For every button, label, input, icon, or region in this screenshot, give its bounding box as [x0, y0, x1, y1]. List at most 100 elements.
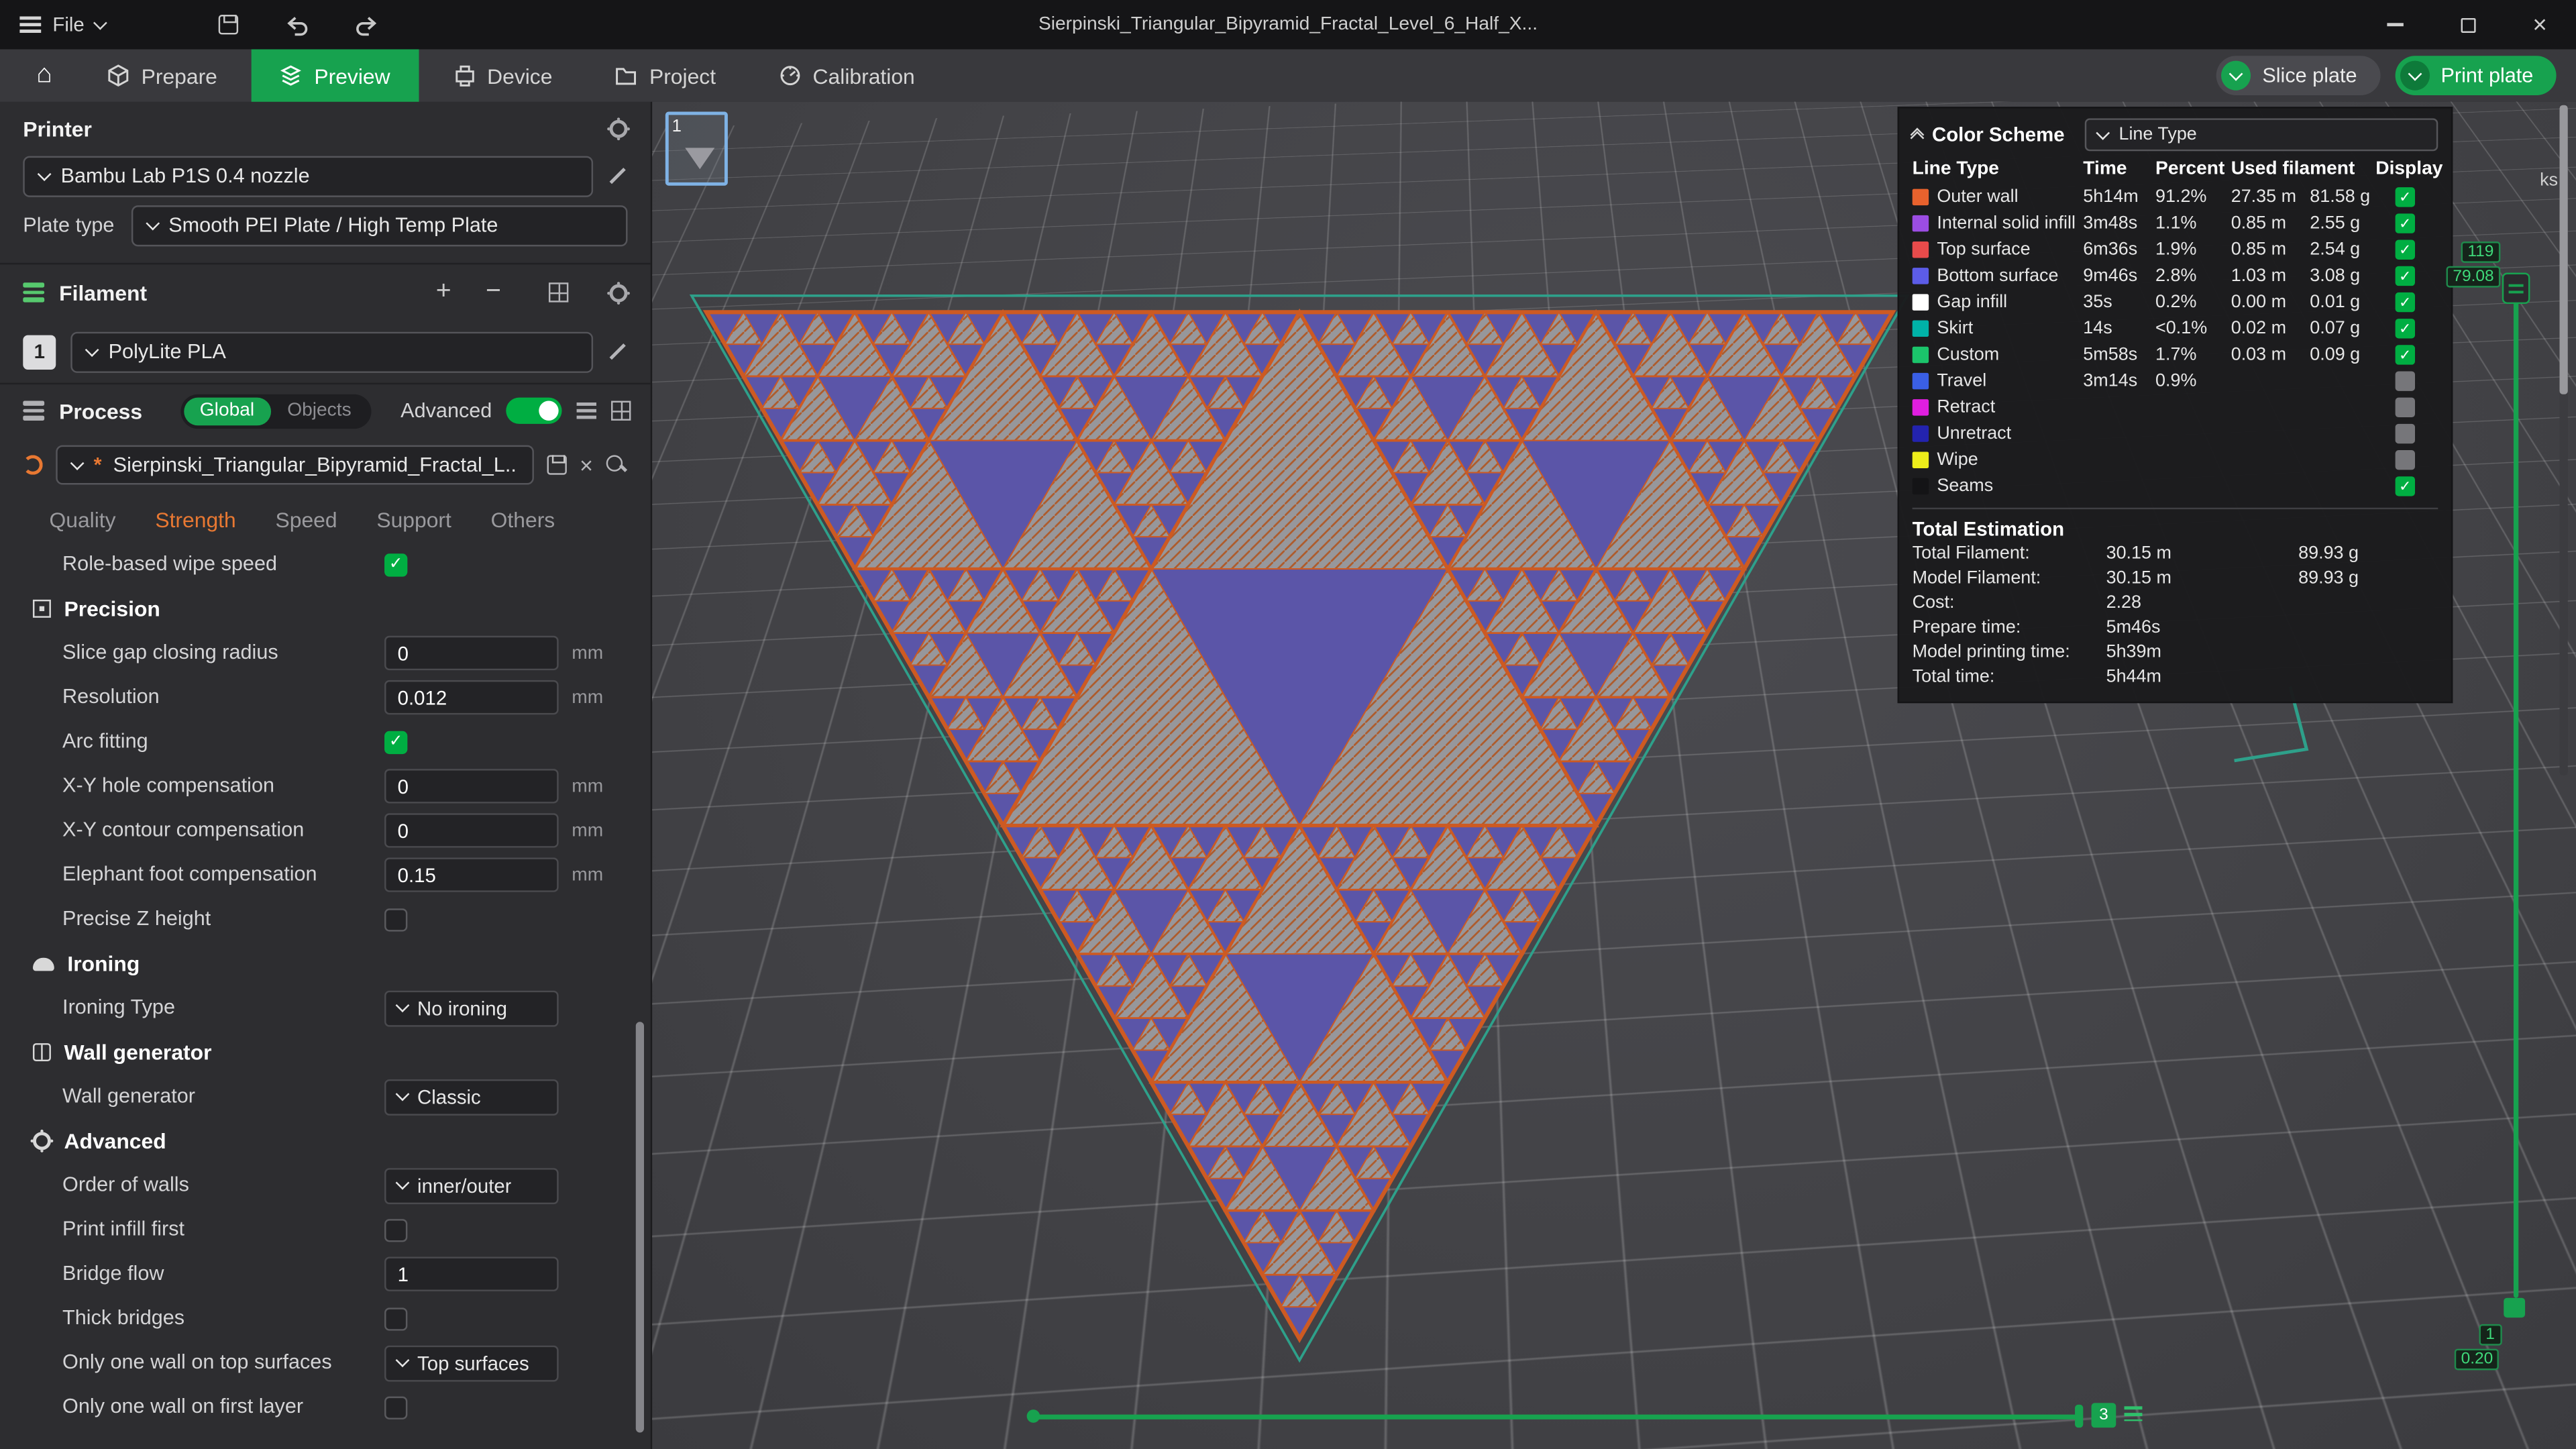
display-checkbox[interactable]: ✓	[2396, 240, 2415, 260]
plate-thumbnail[interactable]: 1	[665, 112, 728, 186]
tab-speed[interactable]: Speed	[276, 507, 337, 532]
setting-checkbox[interactable]	[384, 908, 407, 930]
printer-settings-gear-icon[interactable]	[610, 119, 628, 138]
tab-project[interactable]: Project	[587, 49, 744, 101]
color-scheme-select[interactable]: Line Type	[2084, 118, 2438, 151]
tab-prepare[interactable]: Prepare	[79, 49, 246, 101]
layer-slider-track[interactable]	[2514, 299, 2518, 1298]
display-checkbox[interactable]: ✓	[2396, 476, 2415, 496]
display-checkbox[interactable]: ✓	[2396, 292, 2415, 312]
filament-slot-badge[interactable]: 1	[23, 334, 56, 368]
display-checkbox[interactable]: ✓	[2396, 319, 2415, 338]
scope-objects-button[interactable]: Objects	[271, 401, 368, 421]
search-settings-icon[interactable]	[606, 454, 628, 476]
layer-slider-bottom-handle[interactable]	[2504, 1298, 2525, 1318]
tab-strength[interactable]: Strength	[155, 507, 235, 532]
scope-global-button[interactable]: Global	[183, 396, 270, 425]
redo-button[interactable]	[345, 0, 388, 49]
sidebar-scrollbar[interactable]	[636, 1022, 644, 1432]
add-filament-button[interactable]: +	[436, 279, 451, 305]
tab-calibration[interactable]: Calibration	[750, 49, 943, 101]
display-checkbox[interactable]: ✓	[2396, 266, 2415, 286]
maximize-button[interactable]	[2431, 0, 2504, 49]
collapse-panel-icon[interactable]	[1913, 133, 1923, 140]
move-step-list-icon[interactable]	[2125, 1406, 2143, 1421]
setting-checkbox[interactable]: ✓	[384, 731, 407, 753]
printer-select[interactable]: Bambu Lab P1S 0.4 nozzle	[23, 155, 593, 196]
home-button[interactable]: ⌂	[16, 49, 72, 101]
setting-row: Ironing TypeNo ironing	[0, 985, 651, 1030]
save-preset-icon[interactable]	[547, 455, 566, 474]
setting-input[interactable]	[384, 857, 559, 892]
setting-checkbox[interactable]	[384, 1218, 407, 1241]
setting-checkbox[interactable]	[384, 1307, 407, 1330]
total-value-1: 5h44m	[2106, 666, 2299, 686]
layer-slider-top-handle[interactable]	[2502, 273, 2530, 305]
close-button[interactable]: ×	[2504, 0, 2576, 49]
tab-quality[interactable]: Quality	[49, 507, 115, 532]
display-checkbox[interactable]	[2396, 398, 2415, 417]
display-checkbox[interactable]: ✓	[2396, 213, 2415, 233]
slice-plate-button[interactable]: Slice plate	[2216, 56, 2380, 95]
display-checkbox[interactable]: ✓	[2396, 345, 2415, 364]
flush-volumes-icon[interactable]	[549, 282, 568, 302]
line-type-name: Unretract	[1913, 424, 2084, 443]
display-checkbox[interactable]: ✓	[2396, 187, 2415, 207]
divider	[0, 383, 651, 384]
setting-dropdown[interactable]: Classic	[384, 1079, 559, 1115]
tab-device[interactable]: Device	[425, 49, 580, 101]
setting-checkbox[interactable]	[384, 1395, 407, 1418]
compare-presets-icon[interactable]	[612, 401, 631, 421]
setting-input[interactable]	[384, 680, 559, 714]
tab-support[interactable]: Support	[376, 507, 451, 532]
parameter-list-icon[interactable]	[578, 403, 597, 419]
setting-dropdown[interactable]: No ironing	[384, 990, 559, 1026]
setting-input[interactable]	[384, 636, 559, 670]
display-checkbox[interactable]	[2396, 450, 2415, 470]
maximize-icon	[2460, 17, 2475, 32]
process-icon	[23, 402, 44, 420]
minimize-icon	[2387, 23, 2403, 26]
legend-len: 27.35 m	[2231, 187, 2310, 207]
display-checkbox[interactable]	[2396, 424, 2415, 443]
setting-input[interactable]	[384, 769, 559, 803]
color-swatch	[1913, 373, 1929, 389]
print-dropdown-circle[interactable]	[2400, 61, 2429, 91]
setting-input[interactable]	[384, 813, 559, 847]
right-scrollbar-thumb[interactable]	[2560, 105, 2568, 394]
color-swatch	[1913, 215, 1929, 231]
tab-preview[interactable]: Preview	[252, 49, 418, 101]
setting-dropdown[interactable]: inner/outer	[384, 1167, 559, 1203]
edit-filament-icon[interactable]	[608, 341, 627, 361]
save-button[interactable]	[207, 0, 250, 49]
legend-time: 5m58s	[2083, 345, 2155, 364]
process-preset-select[interactable]: * Sierpinski_Triangular_Bipyramid_Fracta…	[56, 445, 533, 485]
settings-section-header: Ironing	[0, 941, 651, 985]
edit-printer-icon[interactable]	[608, 166, 627, 185]
undo-button[interactable]	[276, 0, 319, 49]
filament-settings-gear-icon[interactable]	[610, 283, 628, 301]
viewport-3d[interactable]: 1 Color Scheme Line Type Line Type Time …	[652, 102, 2576, 1449]
process-scope-toggle: Global Objects	[180, 394, 371, 428]
move-slider-handle[interactable]	[2075, 1405, 2083, 1428]
print-plate-button[interactable]: Print plate	[2395, 56, 2557, 95]
setting-dropdown[interactable]: Top surfaces	[384, 1344, 559, 1381]
setting-input[interactable]	[384, 1256, 559, 1291]
remove-filament-button[interactable]: −	[486, 279, 501, 305]
setting-checkbox[interactable]: ✓	[384, 553, 407, 576]
close-preset-icon[interactable]: ×	[580, 453, 593, 476]
advanced-toggle[interactable]	[506, 398, 562, 424]
slice-dropdown-circle[interactable]	[2221, 61, 2251, 91]
legend-time: 6m36s	[2083, 240, 2155, 260]
display-checkbox[interactable]	[2396, 371, 2415, 390]
chevron-down-icon	[2408, 66, 2422, 80]
reset-preset-icon[interactable]	[23, 455, 42, 474]
minimize-button[interactable]	[2359, 0, 2432, 49]
setting-label: Print infill first	[62, 1218, 384, 1242]
plate-type-select[interactable]: Smooth PEI Plate / High Temp Plate	[131, 205, 628, 246]
move-slider-track[interactable]	[1035, 1415, 2083, 1419]
tab-others[interactable]: Others	[491, 507, 555, 532]
file-menu-button[interactable]: File	[0, 0, 122, 49]
filament-select[interactable]: PolyLite PLA	[70, 331, 593, 372]
col-line-type: Line Type	[1913, 160, 2084, 179]
